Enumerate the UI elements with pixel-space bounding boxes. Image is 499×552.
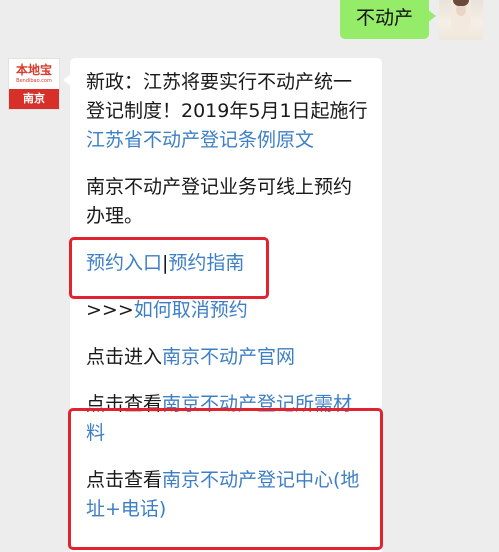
outgoing-message: 不动产 <box>0 0 499 44</box>
logo-name: 本地宝 <box>15 63 52 77</box>
booking-paragraph: 预约入口|预约指南 <box>86 249 368 278</box>
outgoing-bubble[interactable]: 不动产 <box>339 0 437 39</box>
materials-prefix: 点击查看 <box>86 393 163 415</box>
online-paragraph: 南京不动产登记业务可线上预约办理。 <box>86 176 353 227</box>
center-paragraph: 点击查看南京不动产登记中心(地址+电话) <box>86 466 368 524</box>
official-paragraph: 点击进入南京不动产官网 <box>86 343 368 372</box>
logo-city: 南京 <box>9 89 59 109</box>
logo-url: Bendibao.com <box>16 78 52 84</box>
booking-entry-link[interactable]: 预约入口 <box>86 252 162 274</box>
avatar-figure <box>451 0 471 34</box>
booking-guide-link[interactable]: 预约指南 <box>168 252 244 274</box>
sender-logo: 本地宝 Bendibao.com <box>9 59 59 89</box>
intro-paragraph: 新政：江苏将要实行不动产统一登记制度！2019年5月1日起施行 江苏省不动产登记… <box>86 68 368 155</box>
self-avatar[interactable] <box>439 0 483 40</box>
official-prefix: 点击进入 <box>86 346 163 368</box>
official-site-link[interactable]: 南京不动产官网 <box>162 346 295 368</box>
materials-paragraph: 点击查看南京不动产登记所需材料 <box>86 390 368 448</box>
sender-avatar[interactable]: 本地宝 Bendibao.com 南京 <box>8 58 60 110</box>
incoming-bubble: 新政：江苏将要实行不动产统一登记制度！2019年5月1日起施行 江苏省不动产登记… <box>63 58 382 552</box>
intro-text: 新政：江苏将要实行不动产统一登记制度！2019年5月1日起施行 <box>86 71 368 122</box>
regulation-link[interactable]: 江苏省不动产登记条例原文 <box>86 129 314 151</box>
center-prefix: 点击查看 <box>86 469 163 491</box>
cancel-prefix: >>> <box>86 299 134 321</box>
cancel-booking-link[interactable]: 如何取消预约 <box>134 299 248 321</box>
cancel-paragraph: >>>如何取消预约 <box>86 296 368 325</box>
